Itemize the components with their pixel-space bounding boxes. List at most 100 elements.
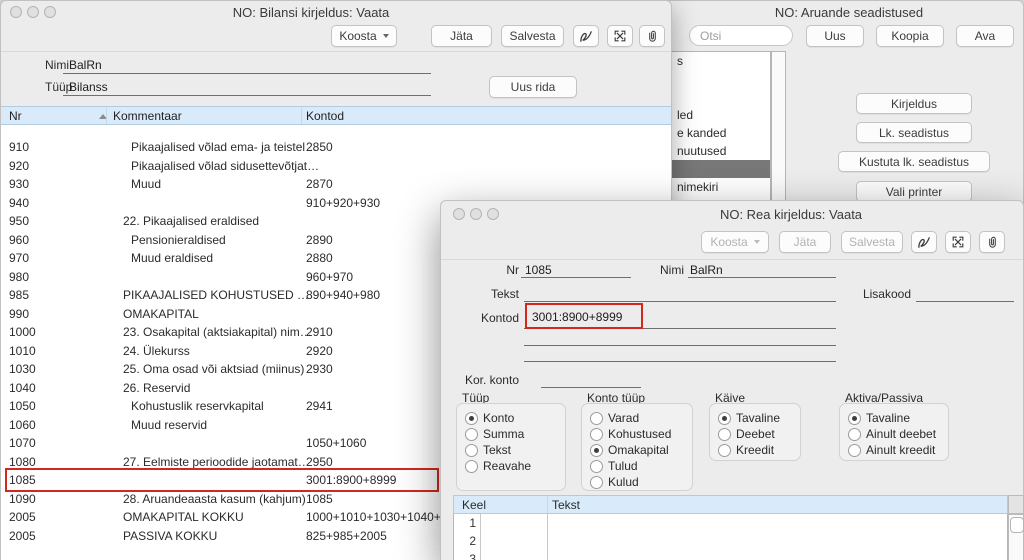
nr-label: Nr <box>441 263 519 277</box>
scrollbar-thumb[interactable] <box>1010 517 1024 533</box>
kustuta-lk-seadistus-button[interactable]: Kustuta lk. seadistus <box>838 151 990 172</box>
tekst-field[interactable] <box>524 301 836 302</box>
zoom-button[interactable] <box>44 6 56 18</box>
koosta-button[interactable]: Koosta <box>701 231 769 253</box>
close-button[interactable] <box>10 6 22 18</box>
search-input[interactable] <box>689 25 793 46</box>
expand-icon[interactable] <box>607 25 633 47</box>
cell-nr: 2005 <box>9 527 97 546</box>
radio-option-tekst[interactable]: Tekst <box>457 442 565 458</box>
table-row[interactable]: 3 <box>454 550 1007 560</box>
nr-value[interactable]: 1085 <box>525 263 552 277</box>
minimize-button[interactable] <box>27 6 39 18</box>
radio-group-box: TavalineAinult deebetAinult kreedit <box>839 403 949 461</box>
radio-icon <box>465 444 478 457</box>
radio-option-deebet[interactable]: Deebet <box>710 426 800 442</box>
minimize-button[interactable] <box>470 208 482 220</box>
radio-option-label: Tulud <box>608 459 638 473</box>
field-underline <box>524 361 836 362</box>
cell-kommentaar: OMAKAPITAL <box>113 305 313 324</box>
column-divider <box>547 496 548 513</box>
uus-rida-button[interactable]: Uus rida <box>489 76 577 98</box>
table-row[interactable]: 920Pikaajalised võlad sidusettevõtjatele <box>1 157 671 176</box>
radio-option-reavahe[interactable]: Reavahe <box>457 458 565 474</box>
nimi-label: Nimi <box>644 263 684 277</box>
lk-seadistus-button[interactable]: Lk. seadistus <box>856 122 972 143</box>
cell-nr: 1080 <box>9 453 97 472</box>
row-number: 3 <box>454 550 476 560</box>
cell-nr: 1030 <box>9 360 97 379</box>
cell-nr: 930 <box>9 175 97 194</box>
window-rea-kirjeldus: NO: Rea kirjeldus: Vaata Koosta Jäta Sal… <box>440 200 1024 560</box>
radio-option-kreedit[interactable]: Kreedit <box>710 442 800 458</box>
radio-option-label: Kulud <box>608 475 639 489</box>
cell-kommentaar: Muud reservid <box>113 416 321 435</box>
radio-option-ainult-kreedit[interactable]: Ainult kreedit <box>840 442 948 458</box>
radio-option-tavaline[interactable]: Tavaline <box>710 410 800 426</box>
radio-option-kohustused[interactable]: Kohustused <box>582 426 692 442</box>
window-title: NO: Rea kirjeldus: Vaata <box>671 207 911 222</box>
koosta-button[interactable]: Koosta <box>331 25 397 47</box>
radio-option-omakapital[interactable]: Omakapital <box>582 442 692 458</box>
salvesta-button[interactable]: Salvesta <box>501 25 564 47</box>
column-header-keel[interactable]: Keel <box>462 498 486 512</box>
table-row[interactable]: 910Pikaajalised võlad ema- ja teistele g… <box>1 138 671 157</box>
field-underline <box>688 277 836 278</box>
radio-option-summa[interactable]: Summa <box>457 426 565 442</box>
radio-icon <box>848 428 861 441</box>
report-list-scrollbar[interactable] <box>771 51 786 213</box>
table-row[interactable]: 2 <box>454 532 1007 550</box>
radio-option-ainult-deebet[interactable]: Ainult deebet <box>840 426 948 442</box>
cell-kommentaar: OMAKAPITAL KOKKU <box>113 508 313 527</box>
kontod-label: Kontod <box>441 311 519 325</box>
radio-option-label: Ainult kreedit <box>866 443 935 457</box>
column-header-tekst[interactable]: Tekst <box>552 498 580 512</box>
radio-option-label: Tekst <box>483 443 511 457</box>
radio-option-kulud[interactable]: Kulud <box>582 474 692 490</box>
radio-option-tavaline[interactable]: Tavaline <box>840 410 948 426</box>
lisakood-label: Lisakood <box>849 287 911 301</box>
radio-option-label: Reavahe <box>483 459 531 473</box>
window-titlebar: NO: Bilansi kirjeldus: Vaata <box>1 1 671 23</box>
radio-group-box: TavalineDeebetKreedit <box>709 403 801 461</box>
paperclip-icon[interactable] <box>639 25 665 47</box>
row-number: 1 <box>454 514 476 532</box>
kor-konto-field[interactable] <box>541 387 641 388</box>
cell-kommentaar: 24. Ülekurss <box>113 342 313 361</box>
pen-icon[interactable] <box>911 231 937 253</box>
vali-printer-button[interactable]: Vali printer <box>856 181 972 202</box>
uus-button[interactable]: Uus <box>806 25 864 47</box>
column-header-kontod[interactable]: Kontod <box>306 109 344 123</box>
desktop: NO: Aruande seadistused Uus Koopia Ava s… <box>0 0 1024 560</box>
salvesta-button[interactable]: Salvesta <box>841 231 903 253</box>
jata-button[interactable]: Jäta <box>431 25 492 47</box>
cell-nr: 1040 <box>9 379 97 398</box>
cell-nr: 1050 <box>9 397 97 416</box>
cell-kommentaar: 25. Oma osad või aktsiad (miinus) <box>113 360 313 379</box>
table-row[interactable]: 1 <box>454 514 1007 532</box>
radio-option-varad[interactable]: Varad <box>582 410 692 426</box>
lisakood-field[interactable] <box>916 301 1014 302</box>
nimi-value[interactable]: BalRn <box>69 58 102 72</box>
field-underline <box>521 277 631 278</box>
radio-group-box: VaradKohustusedOmakapitalTulud Kulud <box>581 403 693 491</box>
column-header-nr[interactable]: Nr <box>9 109 22 123</box>
close-button[interactable] <box>453 208 465 220</box>
window-title: NO: Bilansi kirjeldus: Vaata <box>61 5 561 20</box>
radio-option-tulud[interactable]: Tulud <box>582 458 692 474</box>
pen-icon[interactable] <box>573 25 599 47</box>
tuup-value[interactable]: Bilanss <box>69 80 108 94</box>
jata-button[interactable]: Jäta <box>779 231 831 253</box>
table-row[interactable]: 930Muud2870 <box>1 175 671 194</box>
expand-icon[interactable] <box>945 231 971 253</box>
koopia-button[interactable]: Koopia <box>876 25 944 47</box>
kirjeldus-button[interactable]: Kirjeldus <box>856 93 972 114</box>
column-divider <box>301 107 302 124</box>
radio-option-konto[interactable]: Konto <box>457 410 565 426</box>
ava-button[interactable]: Ava <box>956 25 1014 47</box>
paperclip-icon[interactable] <box>979 231 1005 253</box>
column-header-kommentaar[interactable]: Kommentaar <box>113 109 182 123</box>
zoom-button[interactable] <box>487 208 499 220</box>
kontod-value[interactable]: 3001:8900+8999 <box>532 310 622 324</box>
nimi-value[interactable]: BalRn <box>690 263 723 277</box>
